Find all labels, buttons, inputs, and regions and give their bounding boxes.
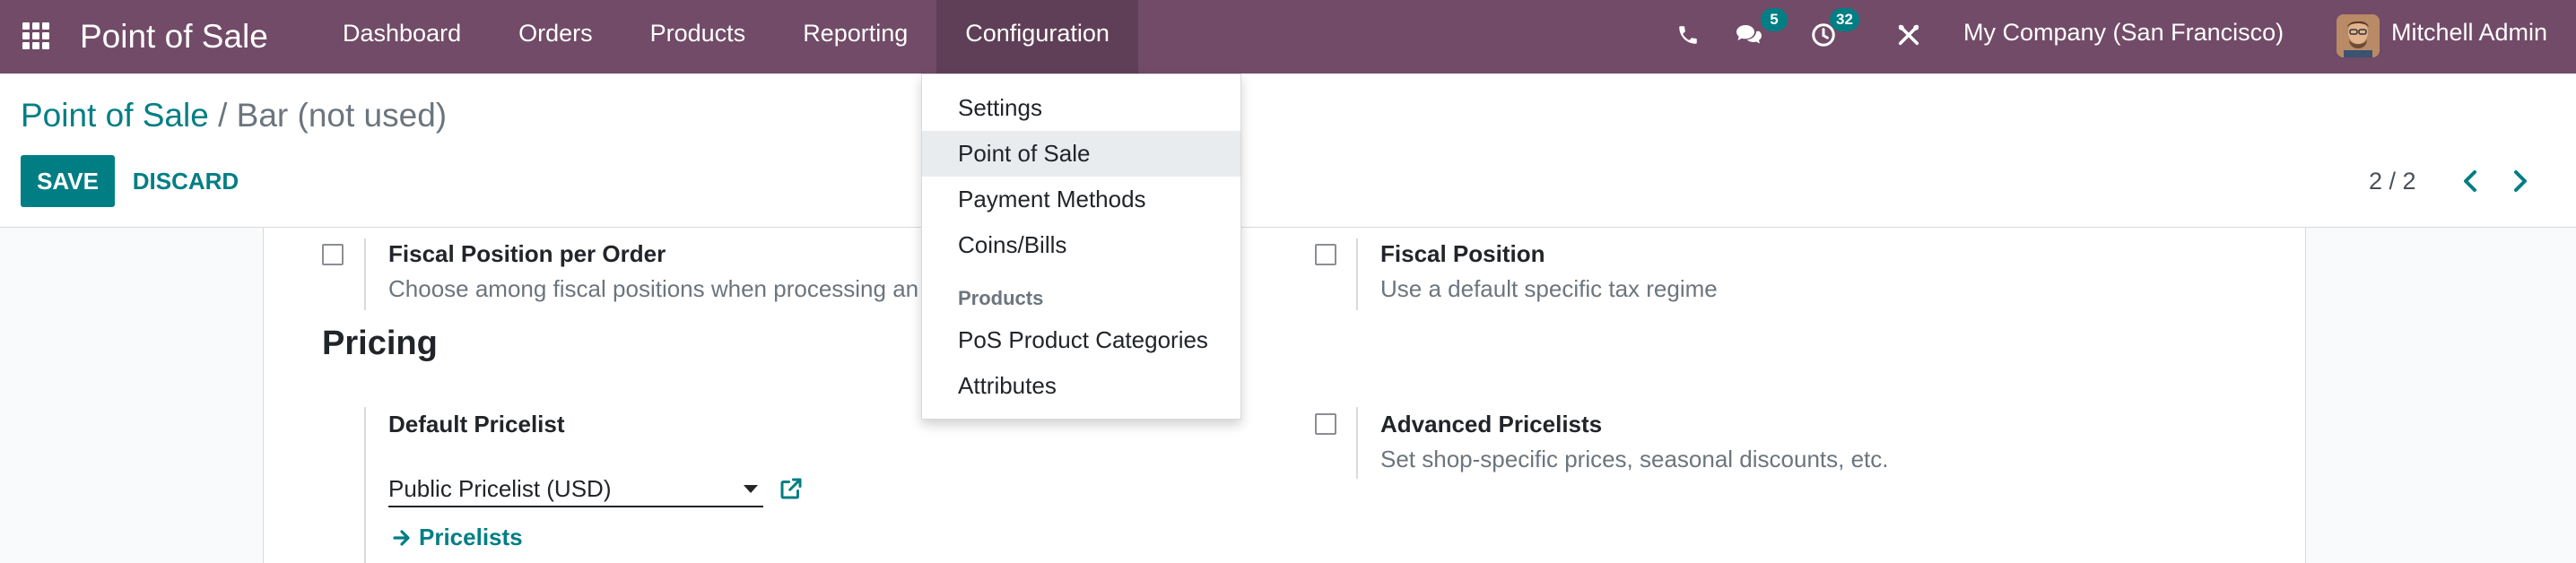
app-name[interactable]: Point of Sale <box>80 0 268 74</box>
tools-icon[interactable] <box>1891 17 1927 53</box>
default-pricelist-select[interactable]: Public Pricelist (USD) <box>388 470 763 507</box>
messages-badge: 5 <box>1761 8 1788 31</box>
main-menu: Dashboard Orders Products Reporting Conf… <box>314 0 1138 74</box>
menu-reporting[interactable]: Reporting <box>774 0 936 74</box>
configuration-dropdown: Settings Point of Sale Payment Methods C… <box>921 74 1241 420</box>
menu-dashboard[interactable]: Dashboard <box>314 0 490 74</box>
activities-badge: 32 <box>1830 8 1859 31</box>
settings-sheet: Fiscal Position per Order Choose among f… <box>263 228 2306 563</box>
top-navbar: Point of Sale Dashboard Orders Products … <box>0 0 2576 74</box>
breadcrumb: Point of Sale / Bar (not used) <box>21 93 447 138</box>
advanced-pricelists-title: Advanced Pricelists <box>1380 411 1603 437</box>
user-menu[interactable]: Mitchell Admin <box>2391 0 2547 74</box>
pager-value[interactable]: 2 / 2 <box>2369 155 2416 207</box>
advanced-pricelists-checkbox[interactable] <box>1315 413 1336 435</box>
dropdown-item-coins-bills[interactable]: Coins/Bills <box>922 222 1240 268</box>
fiscal-position-desc: Use a default specific tax regime <box>1380 275 1718 302</box>
fiscal-position-per-order-checkbox[interactable] <box>322 244 344 265</box>
chevron-left-icon[interactable] <box>2452 162 2488 200</box>
menu-products[interactable]: Products <box>622 0 775 74</box>
divider <box>1356 407 1358 479</box>
advanced-pricelists-desc: Set shop-specific prices, seasonal disco… <box>1380 446 1889 472</box>
default-pricelist-title: Default Pricelist <box>388 411 565 437</box>
fiscal-position-per-order-desc: Choose among fiscal positions when proce… <box>388 275 919 302</box>
divider <box>364 407 366 563</box>
default-pricelist-value: Public Pricelist (USD) <box>388 475 612 502</box>
divider <box>1356 238 1358 310</box>
arrow-right-icon <box>393 529 410 546</box>
dropdown-item-pos-product-categories[interactable]: PoS Product Categories <box>922 317 1240 363</box>
dropdown-item-payment-methods[interactable]: Payment Methods <box>922 177 1240 222</box>
chevron-down-icon <box>744 485 758 493</box>
fiscal-position-per-order-title: Fiscal Position per Order <box>388 240 666 267</box>
dropdown-item-attributes[interactable]: Attributes <box>922 363 1240 409</box>
user-avatar[interactable] <box>2337 14 2380 57</box>
fiscal-position-title: Fiscal Position <box>1380 240 1545 267</box>
discard-button[interactable]: DISCARD <box>126 155 246 207</box>
breadcrumb-parent[interactable]: Point of Sale <box>21 97 209 134</box>
dropdown-item-point-of-sale[interactable]: Point of Sale <box>922 131 1240 177</box>
apps-grid-icon[interactable] <box>20 20 52 52</box>
save-button[interactable]: SAVE <box>21 155 115 207</box>
pricelists-link-label: Pricelists <box>419 524 523 550</box>
pricelists-link[interactable]: Pricelists <box>392 524 523 551</box>
breadcrumb-separator: / <box>218 97 228 134</box>
phone-icon[interactable] <box>1670 17 1706 53</box>
menu-configuration[interactable]: Configuration <box>936 0 1138 74</box>
divider <box>364 238 366 310</box>
pricing-section-title: Pricing <box>322 325 438 362</box>
fiscal-position-checkbox[interactable] <box>1315 244 1336 265</box>
chevron-right-icon[interactable] <box>2502 162 2538 200</box>
dropdown-item-settings[interactable]: Settings <box>922 85 1240 131</box>
breadcrumb-current: Bar (not used) <box>236 97 448 134</box>
external-link-icon[interactable] <box>778 475 805 502</box>
control-panel: Point of Sale / Bar (not used) SAVE DISC… <box>0 74 2576 228</box>
dropdown-section-products: Products <box>958 287 1044 309</box>
menu-orders[interactable]: Orders <box>490 0 622 74</box>
company-switcher[interactable]: My Company (San Francisco) <box>1963 0 2284 74</box>
